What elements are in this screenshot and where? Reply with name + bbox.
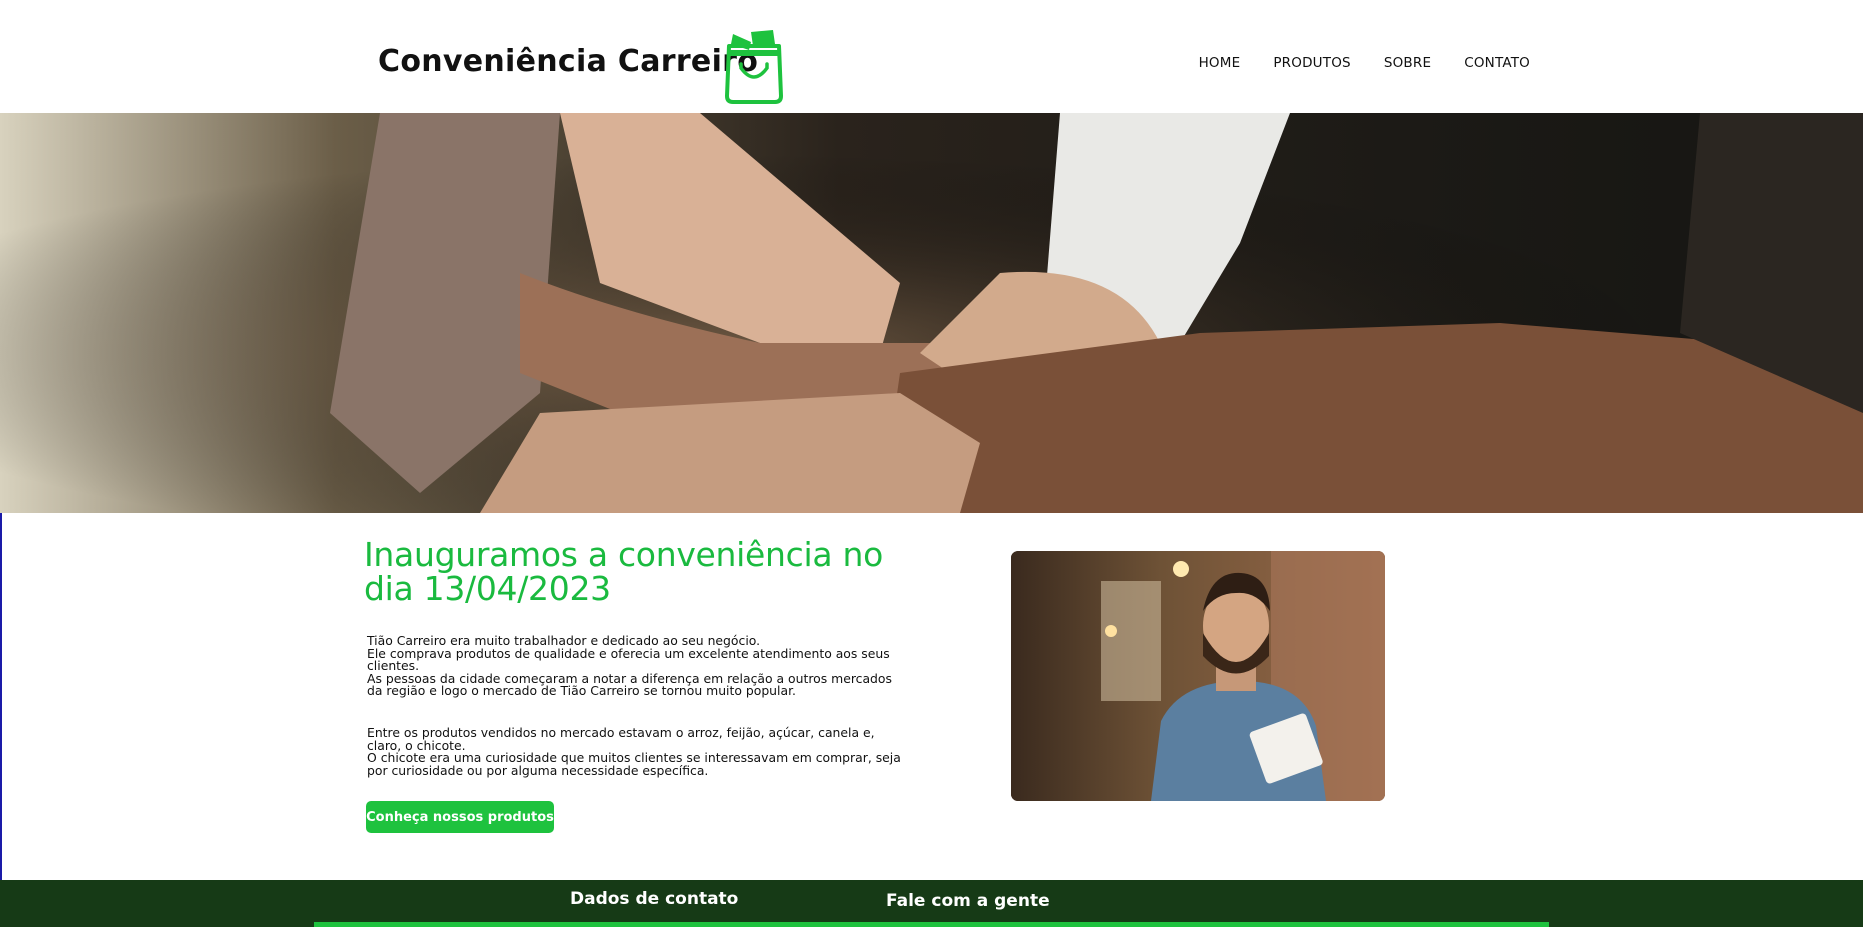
smiling-man-with-notepad-photo [1011,551,1385,801]
paragraph-line: Entre os produtos vendidos no mercado es… [367,725,875,753]
nav-produtos[interactable]: PRODUTOS [1273,55,1350,71]
headline: Inauguramos a conveniência no dia 13/04/… [364,535,883,608]
footer-contact-title: Dados de contato [570,889,739,909]
shopping-bag-icon [725,30,783,104]
nav-home[interactable]: HOME [1199,55,1241,71]
products-paragraph: Entre os produtos vendidos no mercado es… [367,725,907,778]
owner-photo [1011,551,1385,801]
site-footer: Dados de contato Fale com a gente [0,880,1863,927]
footer-talk-title: Fale com a gente [886,891,1050,911]
products-button[interactable]: Conheça nossos produtos [366,801,554,833]
site-header: Conveniência Carreiro HOME PRODUTOS SOBR… [0,0,1863,113]
hands-stacked-teamwork-photo [0,113,1863,513]
main-nav: HOME PRODUTOS SOBRE CONTATO [1199,55,1530,71]
nav-contato[interactable]: CONTATO [1464,55,1530,71]
paragraph-line: Ele comprava produtos de qualidade e ofe… [367,645,890,674]
footer-accent-line [314,922,1549,927]
paragraph-line: O chicote era uma curiosidade que muitos… [367,750,901,778]
paragraph-line: As pessoas da cidade começaram a notar a… [367,670,892,699]
intro-paragraph: Tião Carreiro era muito trabalhador e de… [367,634,907,699]
brand-name[interactable]: Conveniência Carreiro [378,44,758,79]
nav-sobre[interactable]: SOBRE [1384,55,1431,71]
hero-banner [0,113,1863,513]
